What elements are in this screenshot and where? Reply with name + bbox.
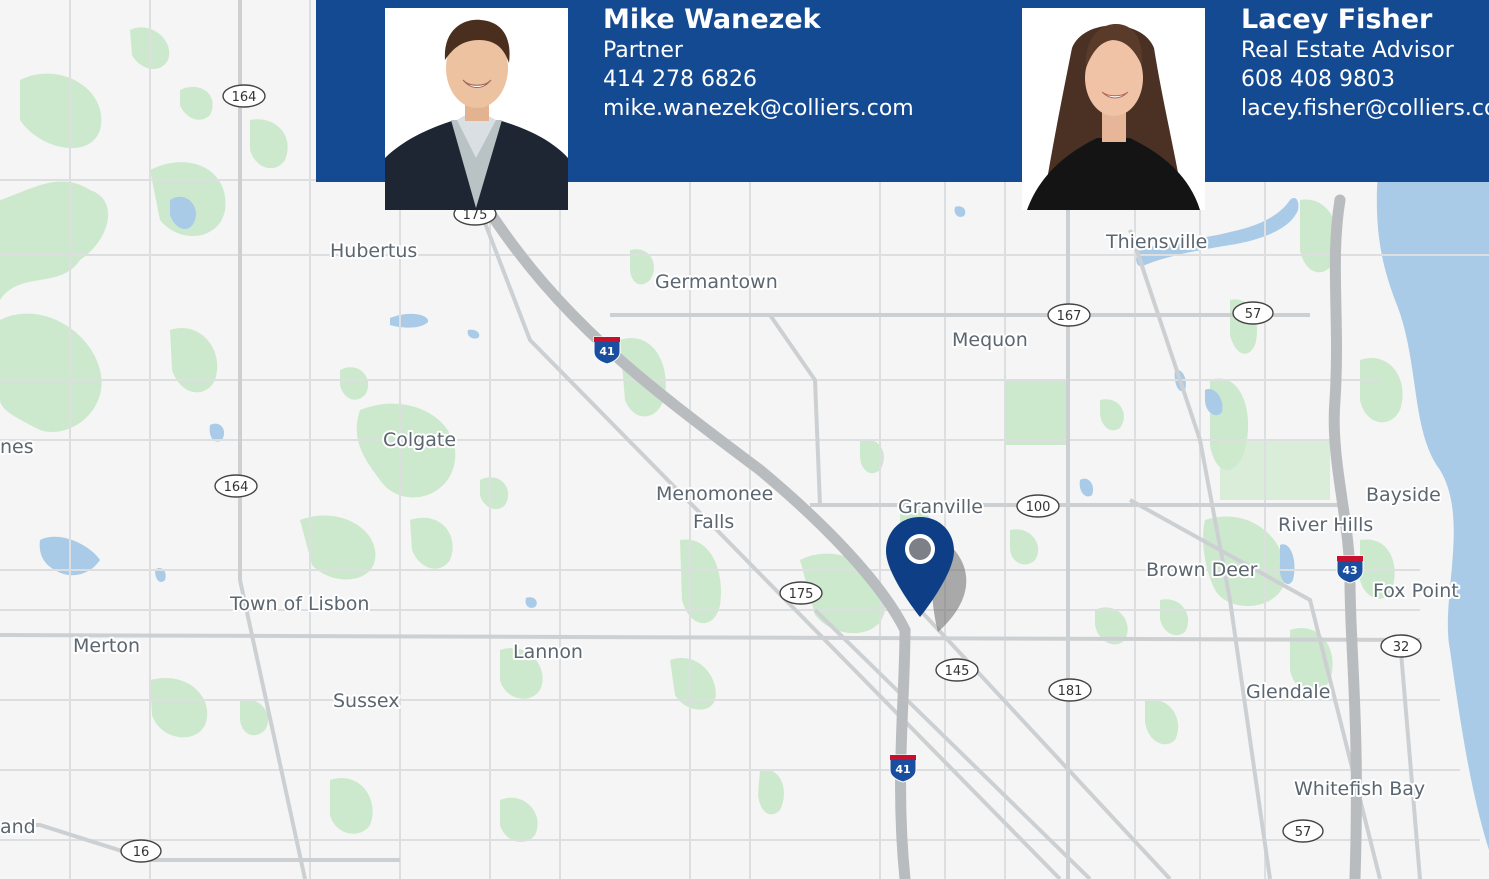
place-thiensville: Thiensville: [1105, 231, 1207, 253]
svg-text:57: 57: [1245, 307, 1262, 322]
svg-text:43: 43: [1342, 564, 1357, 577]
contact-title: Real Estate Advisor: [1241, 38, 1454, 63]
interstate-shield-41-north: 41: [593, 336, 621, 365]
svg-text:167: 167: [1057, 309, 1082, 324]
contact-info-1: Mike Wanezek Partner 414 278 6826 mike.w…: [603, 4, 914, 123]
svg-text:181: 181: [1058, 684, 1083, 699]
place-bayside: Bayside: [1366, 484, 1441, 506]
place-river-hills: River Hills: [1278, 514, 1373, 536]
contact-name: Mike Wanezek: [603, 4, 821, 35]
headshot-mike-wanezek: [385, 8, 568, 210]
place-mequon: Mequon: [952, 329, 1028, 351]
place-hubertus: Hubertus: [330, 240, 417, 262]
contact-email[interactable]: lacey.fisher@colliers.com: [1241, 94, 1489, 123]
contact-name: Lacey Fisher: [1241, 4, 1433, 35]
place-glendale: Glendale: [1246, 681, 1330, 703]
place-merton: Merton: [73, 635, 140, 657]
svg-text:145: 145: [945, 664, 970, 679]
route-shield-32: 32: [1380, 634, 1422, 658]
svg-text:164: 164: [232, 90, 257, 105]
contact-phone[interactable]: 414 278 6826: [603, 65, 914, 94]
place-lannon: Lannon: [513, 641, 583, 663]
svg-text:175: 175: [463, 208, 488, 223]
place-town-of-lisbon: Town of Lisbon: [229, 593, 369, 615]
place-colgate: Colgate: [383, 429, 456, 451]
route-shield-16: 16: [120, 839, 162, 863]
contact-title: Partner: [603, 38, 683, 63]
route-shield-164-south: 164: [214, 474, 258, 498]
place-sussex: Sussex: [333, 690, 400, 712]
headshot-lacey-fisher: [1022, 8, 1205, 210]
svg-text:57: 57: [1295, 825, 1312, 840]
route-shield-57-north: 57: [1232, 301, 1274, 325]
svg-text:16: 16: [133, 845, 150, 860]
route-shield-100: 100: [1016, 494, 1060, 518]
route-shield-145: 145: [935, 658, 979, 682]
interstate-shield-41-south: 41: [889, 754, 917, 783]
place-granville: Granville: [898, 496, 983, 518]
place-brown-deer: Brown Deer: [1146, 559, 1258, 581]
route-shield-175-south: 175: [779, 581, 823, 605]
place-menomonee-falls-line2: Falls: [693, 511, 734, 533]
place-germantown: Germantown: [655, 271, 778, 293]
route-shield-57-south: 57: [1282, 819, 1324, 843]
route-shield-164-north: 164: [222, 84, 266, 108]
contact-info-2: Lacey Fisher Real Estate Advisor 608 408…: [1241, 4, 1489, 123]
route-shield-181: 181: [1048, 678, 1092, 702]
route-shield-167: 167: [1047, 303, 1091, 327]
svg-text:164: 164: [224, 480, 249, 495]
svg-text:41: 41: [599, 345, 614, 358]
place-partial-left-lower: and: [0, 816, 36, 838]
svg-text:175: 175: [789, 587, 814, 602]
contact-phone[interactable]: 608 408 9803: [1241, 65, 1489, 94]
place-menomonee-falls-line1: Menomonee: [656, 483, 773, 505]
contact-email[interactable]: mike.wanezek@colliers.com: [603, 94, 914, 123]
place-partial-left-upper: nes: [0, 436, 34, 458]
place-fox-point: Fox Point: [1373, 580, 1459, 602]
svg-text:32: 32: [1393, 640, 1410, 655]
svg-text:41: 41: [895, 763, 910, 776]
interstate-shield-43: 43: [1336, 555, 1364, 584]
svg-text:100: 100: [1026, 500, 1051, 515]
place-whitefish-bay: Whitefish Bay: [1294, 778, 1425, 800]
